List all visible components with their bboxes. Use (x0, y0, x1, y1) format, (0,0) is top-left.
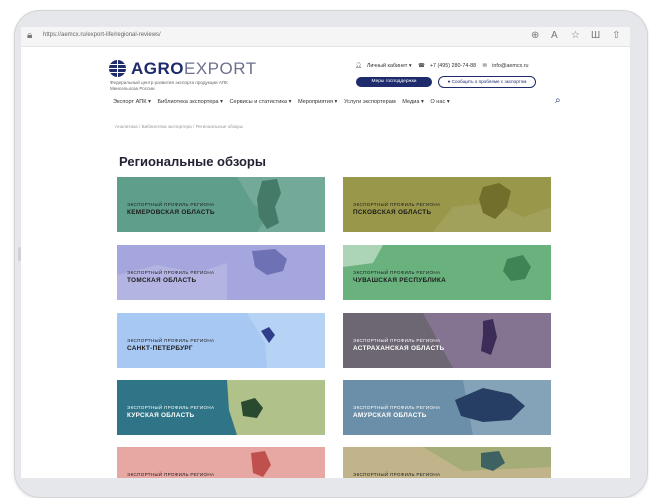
card-kicker: ЭКСПОРТНЫЙ ПРОФИЛЬ РЕГИОНА (127, 405, 215, 410)
main-nav: Экспорт АПК ▾ Библиотека экспортера ▾ Се… (113, 99, 551, 105)
reader-icon[interactable]: A (551, 30, 558, 42)
region-card-pskov[interactable]: ЭКСПОРТНЫЙ ПРОФИЛЬ РЕГИОНА ПСКОВСКАЯ ОБЛ… (343, 177, 551, 232)
card-kicker: ЭКСПОРТНЫЙ ПРОФИЛЬ РЕГИОНА (353, 405, 441, 410)
region-card-tomsk[interactable]: ЭКСПОРТНЫЙ ПРОФИЛЬ РЕГИОНА ТОМСКАЯ ОБЛАС… (117, 245, 325, 300)
screen: 🔒︎ https://aemcx.ru/export-life/regional… (21, 27, 630, 478)
card-kicker: ЭКСПОРТНЫЙ ПРОФИЛЬ РЕГИОНА (353, 338, 441, 343)
region-card-chuvashia[interactable]: ЭКСПОРТНЫЙ ПРОФИЛЬ РЕГИОНА ЧУВАШСКАЯ РЕС… (343, 245, 551, 300)
card-kicker: ЭКСПОРТНЫЙ ПРОФИЛЬ РЕГИОНА (127, 338, 215, 343)
card-kicker: ЭКСПОРТНЫЙ ПРОФИЛЬ РЕГИОНА (353, 472, 441, 477)
card-region-name: САНКТ-ПЕТЕРБУРГ (127, 345, 193, 352)
nav-item-library[interactable]: Библиотека экспортера ▾ (157, 99, 222, 105)
browser-toolbar: 🔒︎ https://aemcx.ru/export-life/regional… (21, 27, 630, 47)
nav-item-media[interactable]: Медиа ▾ (402, 99, 424, 105)
region-card-saint-petersburg[interactable]: ЭКСПОРТНЫЙ ПРОФИЛЬ РЕГИОНА САНКТ-ПЕТЕРБУ… (117, 313, 325, 368)
card-region-name: ЧУВАШСКАЯ РЕСПУБЛИКА (353, 277, 447, 284)
favorite-icon[interactable]: ☆ (571, 30, 580, 42)
phone-icon: ☎︎ (418, 63, 425, 69)
page-title: Региональные обзоры (119, 154, 266, 169)
card-kicker: ЭКСПОРТНЫЙ ПРОФИЛЬ РЕГИОНА (127, 202, 215, 207)
card-region-name: КУРСКАЯ ОБЛАСТЬ (127, 412, 195, 419)
card-kicker: ЭКСПОРТНЫЙ ПРОФИЛЬ РЕГИОНА (353, 270, 441, 275)
nav-item-about[interactable]: О нас ▾ (430, 99, 449, 105)
region-card-astrakhan[interactable]: ЭКСПОРТНЫЙ ПРОФИЛЬ РЕГИОНА АСТРАХАНСКАЯ … (343, 313, 551, 368)
nav-item-services[interactable]: Сервисы и статистика ▾ (229, 99, 291, 105)
mail-icon: ✉︎ (482, 63, 488, 69)
logo-wordmark[interactable]: AGROEXPORT (131, 59, 257, 78)
region-card-partial-right[interactable]: ЭКСПОРТНЫЙ ПРОФИЛЬ РЕГИОНА (343, 447, 551, 478)
region-card-amur[interactable]: ЭКСПОРТНЫЙ ПРОФИЛЬ РЕГИОНА АМУРСКАЯ ОБЛА… (343, 380, 551, 435)
card-region-name: АСТРАХАНСКАЯ ОБЛАСТЬ (353, 345, 445, 352)
address-bar[interactable]: https://aemcx.ru/export-life/regional-re… (43, 32, 161, 38)
nav-item-events[interactable]: Мероприятия ▾ (298, 99, 337, 105)
card-kicker: ЭКСПОРТНЫЙ ПРОФИЛЬ РЕГИОНА (127, 472, 215, 477)
header-utility-links: 👤︎ Личный кабинет ▾ ☎︎ +7 (495) 280-74-88 … (355, 63, 585, 69)
user-icon: 👤︎ (355, 63, 362, 69)
lock-icon[interactable]: 🔒︎ (27, 30, 32, 42)
region-card-partial-left[interactable]: ЭКСПОРТНЫЙ ПРОФИЛЬ РЕГИОНА (117, 447, 325, 478)
card-region-name: КЕМЕРОВСКАЯ ОБЛАСТЬ (127, 209, 215, 216)
support-measures-button[interactable]: Меры господдержки (356, 77, 432, 87)
card-region-name: АМУРСКАЯ ОБЛАСТЬ (353, 412, 427, 419)
report-problem-button[interactable]: ● Сообщить о проблеме с экспортом (438, 76, 536, 88)
card-region-name: ТОМСКАЯ ОБЛАСТЬ (127, 277, 197, 284)
nav-item-export[interactable]: Экспорт АПК ▾ (113, 99, 151, 105)
nav-item-exporter-services[interactable]: Услуги экспортерам (344, 99, 396, 105)
share-icon[interactable]: ⇧ (612, 30, 620, 42)
breadcrumb[interactable]: Аналитика / Библиотека экспортера / Реги… (115, 124, 243, 129)
text-size-icon[interactable]: ⊕ (531, 30, 539, 42)
logo-globe-icon[interactable] (109, 60, 126, 77)
card-region-name: ПСКОВСКАЯ ОБЛАСТЬ (353, 209, 432, 216)
email-link[interactable]: info@aemcx.ru (492, 63, 528, 69)
reading-list-icon[interactable]: Ш (591, 30, 600, 42)
region-card-kursk[interactable]: ЭКСПОРТНЫЙ ПРОФИЛЬ РЕГИОНА КУРСКАЯ ОБЛАС… (117, 380, 325, 435)
card-kicker: ЭКСПОРТНЫЙ ПРОФИЛЬ РЕГИОНА (127, 270, 215, 275)
account-link[interactable]: Личный кабинет ▾ (367, 63, 412, 69)
card-kicker: ЭКСПОРТНЫЙ ПРОФИЛЬ РЕГИОНА (353, 202, 441, 207)
phone-link[interactable]: +7 (495) 280-74-88 (430, 63, 476, 69)
search-icon[interactable]: ⌕ (555, 95, 561, 107)
logo-tagline: Федеральный центр развития экспорта прод… (110, 80, 228, 91)
region-card-kemerovo[interactable]: ЭКСПОРТНЫЙ ПРОФИЛЬ РЕГИОНА КЕМЕРОВСКАЯ О… (117, 177, 325, 232)
